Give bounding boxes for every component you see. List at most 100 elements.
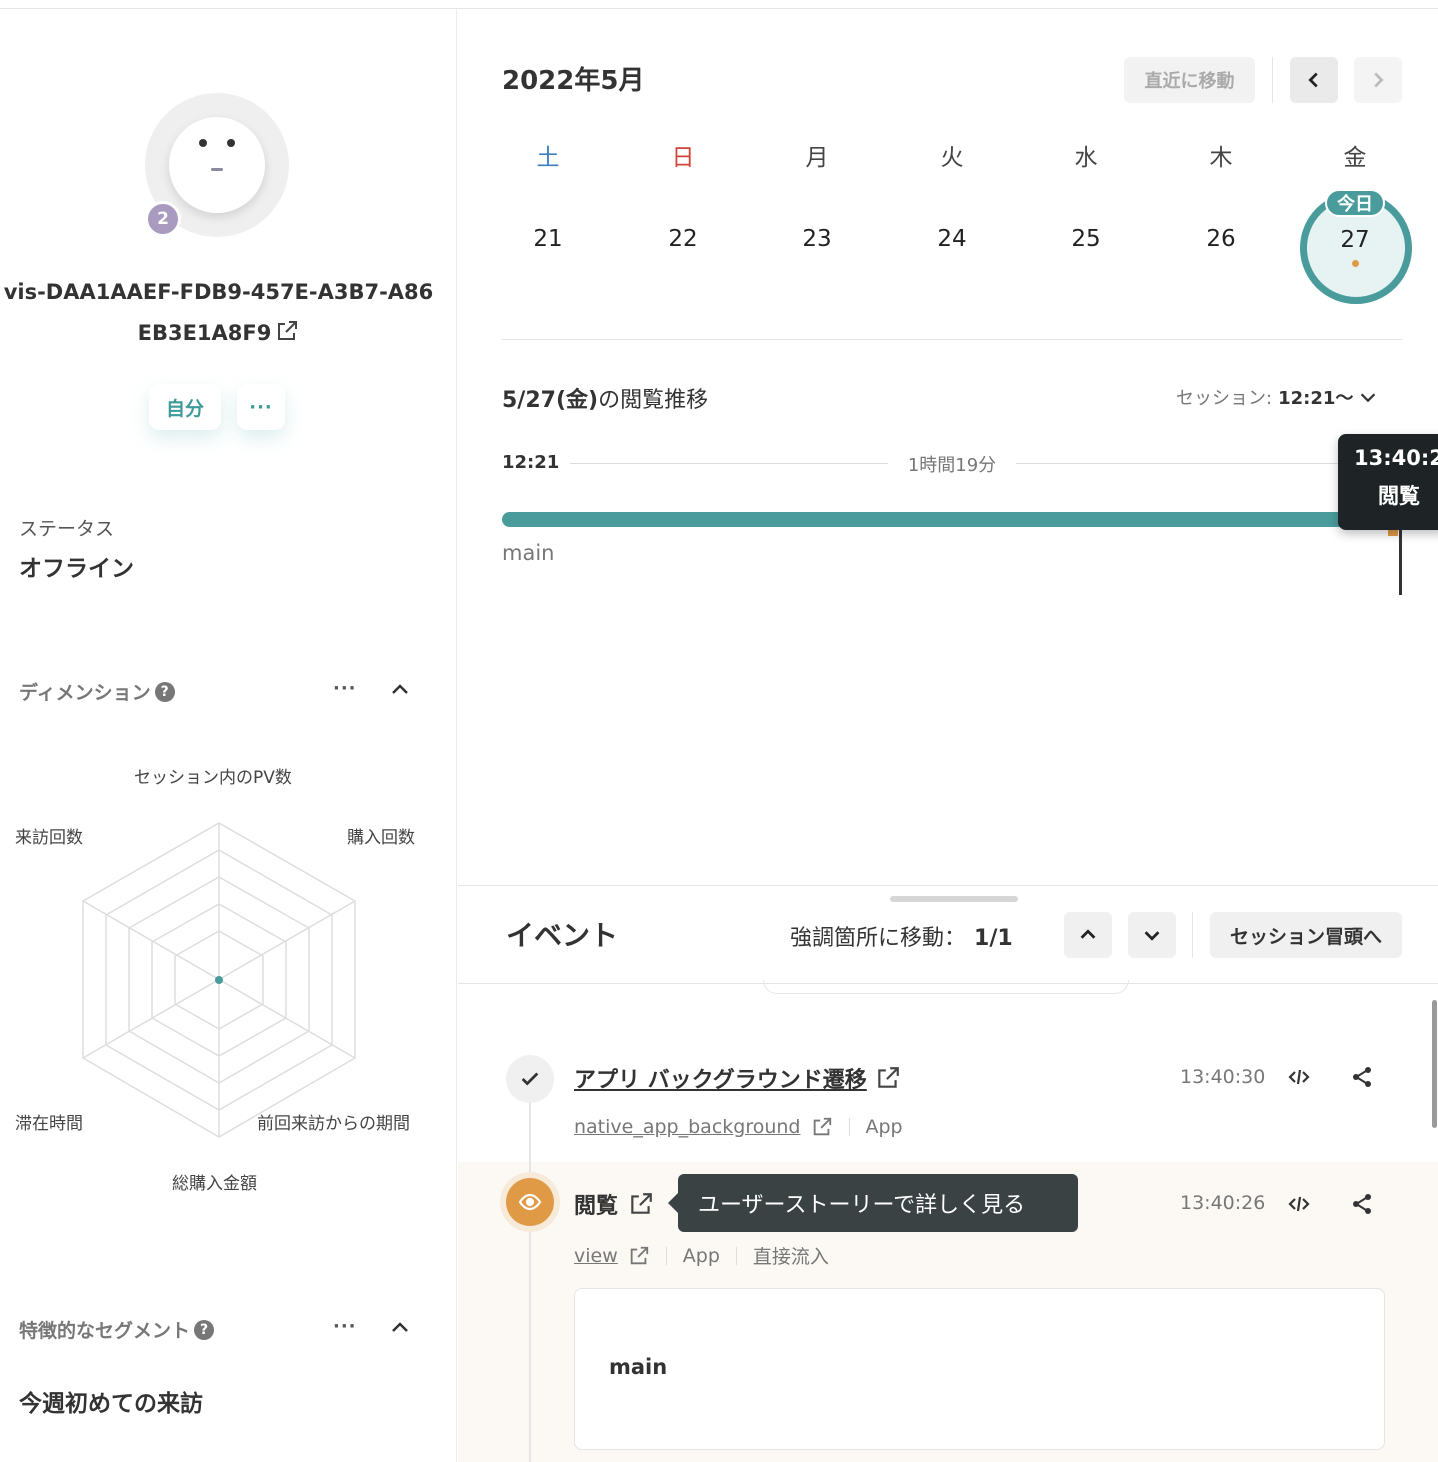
session-select-label: セッション: xyxy=(1176,388,1273,409)
divider xyxy=(502,339,1402,340)
code-icon[interactable] xyxy=(1287,1065,1311,1089)
next-highlight-button[interactable] xyxy=(1128,912,1176,958)
chevron-down-icon xyxy=(1144,931,1160,941)
session-select-value: 12:21〜 xyxy=(1278,388,1354,409)
visitor-id[interactable]: vis-DAA1AAEF-FDB9-457E-A3B7-A86 EB3E1A8F… xyxy=(0,272,437,357)
chevron-up-icon[interactable] xyxy=(388,1316,412,1340)
event-tag: App xyxy=(865,1116,903,1138)
timeline-guide xyxy=(570,463,888,464)
event-tag: 直接流入 xyxy=(752,1246,829,1268)
weekday-wed: 水 xyxy=(1074,145,1098,171)
visitor-id-line1: vis-DAA1AAEF-FDB9-457E-A3B7-A86 xyxy=(3,280,434,304)
avatar: 2 xyxy=(145,93,289,237)
divider xyxy=(1272,57,1273,103)
status-value: オフライン xyxy=(19,556,134,582)
event-title: アプリ バックグラウンド遷移 xyxy=(574,1068,867,1093)
trend-date: 5/27(金) xyxy=(502,388,599,413)
radar-chart xyxy=(82,822,356,1138)
go-recent-button[interactable]: 直近に移動 xyxy=(1124,57,1255,103)
tooltip-time: 13:40:26 xyxy=(1354,446,1438,470)
code-icon[interactable] xyxy=(1287,1192,1311,1216)
event-detail-text: main xyxy=(609,1355,668,1379)
eye-icon xyxy=(506,1178,554,1226)
timeline-current-marker[interactable] xyxy=(1399,527,1402,595)
external-link-icon xyxy=(630,1246,648,1264)
radar-label-stay-time: 滞在時間 xyxy=(15,1114,83,1134)
timeline-duration: 1時間19分 xyxy=(907,455,997,476)
event-timeline-line xyxy=(529,1100,531,1462)
month-title: 2022年5月 xyxy=(502,66,645,96)
event-title-link[interactable]: アプリ バックグラウンド遷移 xyxy=(574,1062,901,1094)
divider xyxy=(458,885,1438,886)
event-meta: native_app_background App xyxy=(574,1116,903,1138)
next-week-button[interactable] xyxy=(1354,57,1402,103)
chevron-left-icon xyxy=(1308,72,1318,88)
dimension-header: ディメンション ? xyxy=(19,678,175,705)
segment-value: 今週初めての来訪 xyxy=(19,1391,203,1417)
radar-label-pv: セッション内のPV数 xyxy=(134,768,292,788)
chevron-right-icon xyxy=(1374,72,1384,88)
segment-more-button[interactable]: ··· xyxy=(333,1316,357,1337)
tooltip-label: 閲覧 xyxy=(1378,484,1420,508)
weekday-fri: 金 xyxy=(1343,145,1367,171)
divider xyxy=(1192,912,1193,958)
help-icon[interactable]: ? xyxy=(194,1319,215,1340)
calendar-day[interactable]: 26 xyxy=(1176,226,1266,252)
event-code-link[interactable]: view xyxy=(574,1245,618,1267)
event-detail-card: main xyxy=(574,1288,1385,1450)
session-select[interactable]: セッション: 12:21〜 xyxy=(1176,384,1379,410)
weekday-thu: 木 xyxy=(1209,145,1233,171)
self-chip-button[interactable]: 自分 xyxy=(149,384,221,430)
prev-highlight-button[interactable] xyxy=(1064,912,1112,958)
visitor-id-line2: EB3E1A8F9 xyxy=(137,321,272,345)
weekday-tue: 火 xyxy=(940,145,964,171)
external-link-icon xyxy=(813,1117,831,1136)
external-link-icon xyxy=(631,1193,652,1214)
events-scrollbar[interactable] xyxy=(1432,1000,1437,1128)
external-link-icon[interactable] xyxy=(275,316,299,357)
trend-title: 5/27(金)の閲覧推移 xyxy=(502,382,708,414)
event-code-link[interactable]: native_app_background xyxy=(574,1116,801,1138)
resize-handle[interactable] xyxy=(890,896,1018,902)
share-icon[interactable] xyxy=(1350,1192,1374,1216)
load-more-hint[interactable] xyxy=(763,980,1129,994)
calendar-day[interactable]: 21 xyxy=(503,226,593,252)
radar-label-purchases: 購入回数 xyxy=(347,828,415,848)
avatar-eye-left xyxy=(199,139,207,147)
chevron-up-icon[interactable] xyxy=(388,678,412,702)
event-title-link[interactable]: 閲覧 xyxy=(574,1188,654,1220)
jump-to-highlight: 強調箇所に移動： 1/1 xyxy=(790,920,1013,952)
event-time: 13:40:26 xyxy=(1180,1192,1266,1214)
activity-dot xyxy=(1352,260,1359,267)
divider xyxy=(848,1118,850,1136)
calendar-day-today[interactable]: 27 xyxy=(1310,227,1400,253)
more-actions-button[interactable]: ··· xyxy=(237,384,285,430)
calendar-day[interactable]: 24 xyxy=(907,226,997,252)
help-icon[interactable]: ? xyxy=(154,681,175,702)
radar-value-point xyxy=(215,976,223,984)
today-badge: 今日 xyxy=(1325,189,1385,217)
chevron-down-icon xyxy=(1361,393,1376,403)
divider xyxy=(735,1246,737,1265)
share-icon[interactable] xyxy=(1350,1065,1374,1089)
session-timeline-bar[interactable] xyxy=(502,512,1396,527)
prev-week-button[interactable] xyxy=(1290,57,1338,103)
weekday-sat: 土 xyxy=(536,145,560,171)
calendar-day[interactable]: 23 xyxy=(772,226,862,252)
go-session-start-button[interactable]: セッション冒頭へ xyxy=(1210,912,1402,958)
event-time: 13:40:30 xyxy=(1180,1066,1266,1088)
avatar-mouth xyxy=(211,168,223,171)
segment-header: 特徴的なセグメント ? xyxy=(19,1316,215,1343)
radar-label-visits: 来訪回数 xyxy=(15,828,83,848)
user-story-tooltip: ユーザーストーリーで詳しく見る xyxy=(668,1174,1078,1232)
calendar-day[interactable]: 22 xyxy=(638,226,728,252)
avatar-face-icon xyxy=(169,117,265,213)
divider xyxy=(665,1246,667,1265)
dimension-more-button[interactable]: ··· xyxy=(333,678,357,699)
timeline-lane-label: main xyxy=(502,541,555,565)
status-label: ステータス xyxy=(19,518,115,540)
timeline-tooltip: 13:40:26 閲覧 xyxy=(1338,434,1438,530)
calendar-day[interactable]: 25 xyxy=(1041,226,1131,252)
weekday-sun: 日 xyxy=(671,145,695,171)
dimension-title: ディメンション xyxy=(19,682,151,704)
